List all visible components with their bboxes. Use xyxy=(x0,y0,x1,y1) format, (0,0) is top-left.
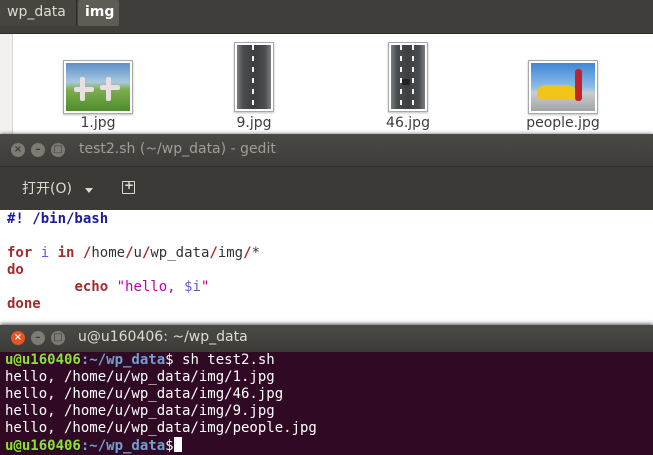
path-part: u xyxy=(133,245,142,261)
path-part: img xyxy=(217,245,244,261)
variable: $i xyxy=(184,279,201,295)
new-tab-button[interactable] xyxy=(113,175,147,203)
maximize-icon[interactable]: □ xyxy=(51,143,65,157)
file-item-people-jpg[interactable]: people.jpg xyxy=(503,34,623,134)
terminal-window: × – □ u@u160406: ~/wp_data u@u160406:~/w… xyxy=(0,325,653,455)
keyword: for xyxy=(7,245,33,261)
terminal-prompt-line: u@u160406:~/wp_data$ xyxy=(5,437,182,454)
chevron-down-icon[interactable] xyxy=(85,188,93,193)
code-line-1: #! /bin/bash xyxy=(7,211,109,227)
minimize-icon[interactable]: – xyxy=(31,143,45,157)
close-icon[interactable]: × xyxy=(11,331,25,345)
variable: i xyxy=(40,245,50,261)
terminal-output-line: hello, /home/u/wp_data/img/1.jpg xyxy=(5,369,275,385)
keyword: in xyxy=(57,245,75,261)
file-name: people.jpg xyxy=(526,115,600,131)
code-line-4: do xyxy=(7,262,24,278)
breadcrumb-wp-data[interactable]: wp_data xyxy=(0,0,77,26)
gedit-titlebar[interactable]: × – □ test2.sh (~/wp_data) - gedit xyxy=(0,134,653,166)
command-text: sh test2.sh xyxy=(173,352,275,368)
open-label: 打开(O) xyxy=(22,181,72,197)
keyword: echo xyxy=(74,279,109,295)
gedit-toolbar: 打开(O) xyxy=(0,166,653,211)
terminal-command-line: u@u160406:~/wp_data$ sh test2.sh xyxy=(5,352,275,369)
close-icon[interactable]: × xyxy=(11,143,25,157)
path-part: * xyxy=(251,245,260,261)
prompt-symbol: $ xyxy=(165,438,174,454)
car-person-photo-icon xyxy=(528,60,598,114)
prompt-symbol: $ xyxy=(165,352,174,368)
terminal-output[interactable]: u@u160406:~/wp_data$ sh test2.sh hello, … xyxy=(0,352,653,455)
file-name: 46.jpg xyxy=(386,115,430,131)
sidebar-edge xyxy=(0,34,13,134)
prompt-user: u@u160406 xyxy=(5,438,81,454)
prompt-user: u@u160406 xyxy=(5,352,81,368)
file-manager-window: wp_data img 1.jpg 9.jpg 46.jpg people.jp… xyxy=(0,0,653,134)
code-line-5: echo "hello, $i" xyxy=(7,279,209,296)
terminal-titlebar[interactable]: × – □ u@u160406: ~/wp_data xyxy=(0,325,653,352)
window-title: u@u160406: ~/wp_data xyxy=(78,329,248,345)
code-line-3: for i in /home/u/wp_data/img/* xyxy=(7,245,260,262)
terminal-output-line: hello, /home/u/wp_data/img/46.jpg xyxy=(5,386,284,402)
maximize-icon[interactable]: □ xyxy=(51,331,65,345)
file-item-1-jpg[interactable]: 1.jpg xyxy=(38,34,158,134)
file-name: 9.jpg xyxy=(236,115,272,131)
breadcrumb-img[interactable]: img xyxy=(78,0,119,26)
prompt-path: :~/wp_data xyxy=(80,438,166,454)
file-item-46-jpg[interactable]: 46.jpg xyxy=(348,34,468,134)
yoga-photo-icon xyxy=(63,60,133,114)
terminal-output-line: hello, /home/u/wp_data/img/people.jpg xyxy=(5,420,317,436)
path-bar: wp_data img xyxy=(0,0,653,34)
string: " xyxy=(200,279,210,295)
path-part: / xyxy=(243,245,252,261)
path-part: / xyxy=(125,245,134,261)
code-editor[interactable]: #! /bin/bash for i in /home/u/wp_data/im… xyxy=(0,210,653,330)
path-part: home xyxy=(91,245,126,261)
terminal-output-line: hello, /home/u/wp_data/img/9.jpg xyxy=(5,403,275,419)
file-item-9-jpg[interactable]: 9.jpg xyxy=(194,34,314,134)
road-photo-icon xyxy=(234,42,274,112)
new-tab-icon xyxy=(122,178,135,194)
prompt-path: :~/wp_data xyxy=(80,352,166,368)
code-line-6: done xyxy=(7,296,41,312)
gedit-window: × – □ test2.sh (~/wp_data) - gedit 打开(O)… xyxy=(0,134,653,330)
file-name: 1.jpg xyxy=(80,115,116,131)
string: "hello, xyxy=(116,279,185,295)
minimize-icon[interactable]: – xyxy=(31,331,45,345)
path-part: wp_data xyxy=(150,245,210,261)
road-car-photo-icon xyxy=(388,42,428,112)
window-title: test2.sh (~/wp_data) - gedit xyxy=(79,141,276,157)
text-cursor xyxy=(173,437,182,452)
path-part: / xyxy=(209,245,218,261)
